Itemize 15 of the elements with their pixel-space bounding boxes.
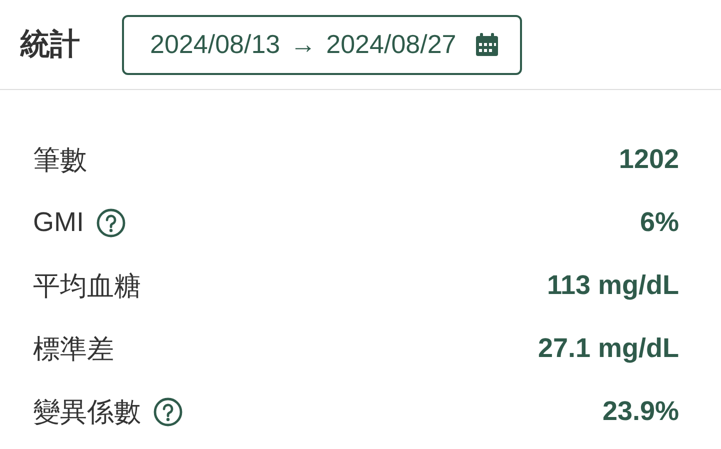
stat-value: 23.9% bbox=[602, 396, 679, 427]
stat-label: 變異係數 bbox=[33, 396, 141, 428]
stat-value: 113 mg/dL bbox=[546, 270, 679, 301]
calendar-icon bbox=[474, 32, 500, 58]
help-icon[interactable] bbox=[96, 208, 126, 238]
stat-label: 筆數 bbox=[33, 144, 87, 176]
stat-value: 6% bbox=[640, 207, 679, 238]
date-range-picker[interactable]: 2024/08/13 → 2024/08/27 bbox=[122, 14, 522, 74]
stat-label: 標準差 bbox=[33, 332, 114, 366]
page-title: 統計 bbox=[20, 27, 80, 63]
help-icon[interactable] bbox=[153, 396, 183, 426]
stat-label: GMI bbox=[33, 207, 84, 238]
stat-value: 1202 bbox=[618, 144, 679, 175]
stat-value: 27.1 mg/dL bbox=[538, 333, 679, 364]
stat-label: 平均血糖 bbox=[33, 270, 141, 302]
